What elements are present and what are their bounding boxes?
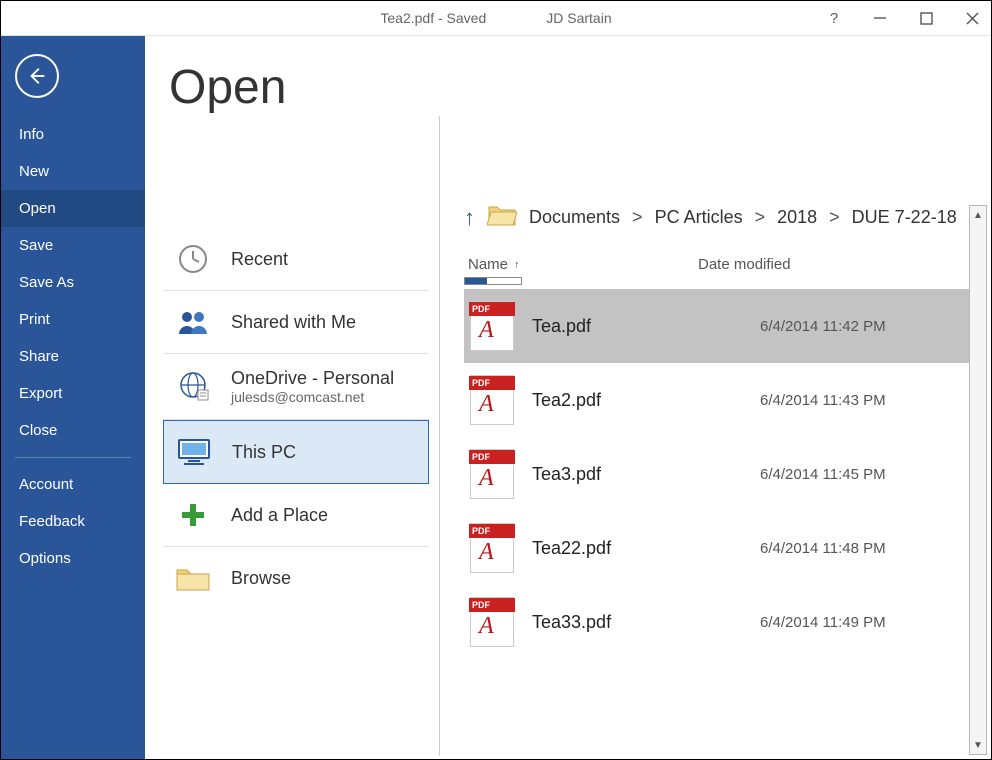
- location-label: Recent: [231, 249, 288, 270]
- sidebar-item-export[interactable]: Export: [1, 375, 145, 412]
- file-name: Tea22.pdf: [532, 538, 742, 559]
- breadcrumb[interactable]: ↑ Documents > PC Articles > 2018 > DUE 7…: [464, 203, 983, 232]
- titlebar: Tea2.pdf - Saved JD Sartain ?: [1, 1, 991, 36]
- breadcrumb-part[interactable]: Documents: [529, 207, 620, 228]
- folder-open-icon: [487, 203, 517, 232]
- sidebar-item-open[interactable]: Open: [1, 190, 145, 227]
- user-name: JD Sartain: [546, 10, 611, 26]
- sidebar-item-share[interactable]: Share: [1, 338, 145, 375]
- folder-icon: [173, 561, 213, 595]
- breadcrumb-part[interactable]: 2018: [777, 207, 817, 228]
- backstage-sidebar: Info New Open Save Save As Print Share E…: [1, 36, 145, 759]
- location-sub: julesds@comcast.net: [231, 389, 394, 405]
- people-icon: [173, 305, 213, 339]
- pdf-file-icon: PDFA: [470, 523, 514, 573]
- location-onedrive[interactable]: OneDrive - Personal julesds@comcast.net: [163, 354, 429, 420]
- pc-icon: [174, 435, 214, 469]
- column-name[interactable]: Name: [468, 256, 508, 273]
- scroll-down-icon[interactable]: ▼: [970, 736, 986, 754]
- sidebar-item-options[interactable]: Options: [1, 540, 145, 577]
- close-button[interactable]: [963, 9, 981, 27]
- breadcrumb-part[interactable]: DUE 7-22-18: [852, 207, 957, 228]
- column-date[interactable]: Date modified: [698, 256, 791, 273]
- pdf-file-icon: PDFA: [470, 375, 514, 425]
- location-label: OneDrive - Personal: [231, 368, 394, 389]
- minimize-button[interactable]: [871, 9, 889, 27]
- column-resize-handle[interactable]: [464, 277, 522, 285]
- file-name: Tea33.pdf: [532, 612, 742, 633]
- sidebar-item-account[interactable]: Account: [1, 466, 145, 503]
- up-arrow-icon[interactable]: ↑: [464, 205, 475, 231]
- location-label: This PC: [232, 442, 296, 463]
- location-label: Shared with Me: [231, 312, 356, 333]
- file-row[interactable]: PDFA Tea3.pdf 6/4/2014 11:45 PM: [464, 437, 983, 511]
- location-shared[interactable]: Shared with Me: [163, 291, 429, 354]
- file-date: 6/4/2014 11:45 PM: [760, 466, 886, 483]
- plus-icon: [173, 498, 213, 532]
- back-button[interactable]: [15, 54, 59, 98]
- location-browse[interactable]: Browse: [163, 547, 429, 609]
- location-thispc[interactable]: This PC: [163, 420, 429, 484]
- page-title: Open: [169, 60, 439, 115]
- file-panel: ↑ Documents > PC Articles > 2018 > DUE 7…: [440, 179, 991, 759]
- file-row[interactable]: PDFA Tea2.pdf 6/4/2014 11:43 PM: [464, 363, 983, 437]
- sidebar-item-info[interactable]: Info: [1, 116, 145, 153]
- file-name: Tea3.pdf: [532, 464, 742, 485]
- breadcrumb-part[interactable]: PC Articles: [655, 207, 743, 228]
- sidebar-item-feedback[interactable]: Feedback: [1, 503, 145, 540]
- scroll-up-icon[interactable]: ▲: [970, 206, 986, 224]
- location-addplace[interactable]: Add a Place: [163, 484, 429, 547]
- onedrive-icon: [173, 370, 213, 404]
- file-date: 6/4/2014 11:42 PM: [760, 318, 886, 335]
- sidebar-item-new[interactable]: New: [1, 153, 145, 190]
- file-date: 6/4/2014 11:48 PM: [760, 540, 886, 557]
- pdf-file-icon: PDFA: [470, 449, 514, 499]
- sidebar-item-close[interactable]: Close: [1, 412, 145, 449]
- file-row[interactable]: PDFA Tea22.pdf 6/4/2014 11:48 PM: [464, 511, 983, 585]
- file-row[interactable]: PDFA Tea.pdf 6/4/2014 11:42 PM: [464, 289, 983, 363]
- doc-title: Tea2.pdf - Saved: [380, 10, 486, 26]
- location-label: Add a Place: [231, 505, 328, 526]
- pdf-file-icon: PDFA: [470, 597, 514, 647]
- sidebar-item-saveas[interactable]: Save As: [1, 264, 145, 301]
- location-label: Browse: [231, 568, 291, 589]
- file-date: 6/4/2014 11:43 PM: [760, 392, 886, 409]
- file-row[interactable]: PDFA Tea33.pdf 6/4/2014 11:49 PM: [464, 585, 983, 659]
- location-recent[interactable]: Recent: [163, 228, 429, 291]
- clock-icon: [173, 242, 213, 276]
- file-name: Tea.pdf: [532, 316, 742, 337]
- maximize-button[interactable]: [917, 9, 935, 27]
- sort-asc-icon: ↑: [514, 259, 520, 271]
- help-button[interactable]: ?: [825, 9, 843, 27]
- pdf-file-icon: PDFA: [470, 301, 514, 351]
- sidebar-item-print[interactable]: Print: [1, 301, 145, 338]
- file-name: Tea2.pdf: [532, 390, 742, 411]
- scrollbar[interactable]: ▲ ▼: [969, 205, 987, 755]
- file-date: 6/4/2014 11:49 PM: [760, 614, 886, 631]
- file-columns-header[interactable]: Name ↑ Date modified: [464, 252, 983, 275]
- sidebar-item-save[interactable]: Save: [1, 227, 145, 264]
